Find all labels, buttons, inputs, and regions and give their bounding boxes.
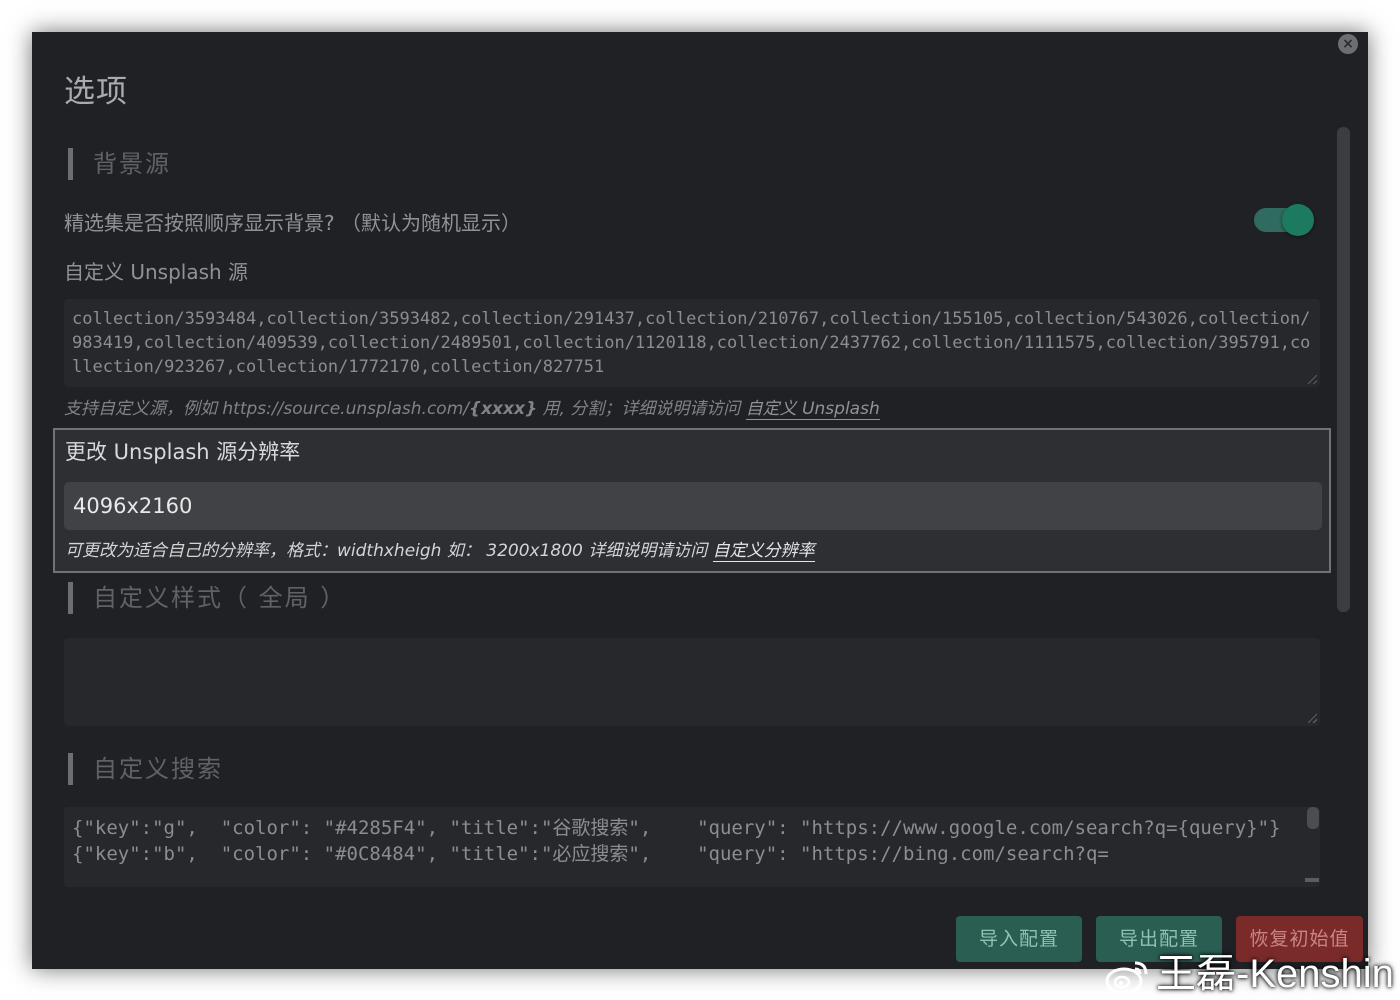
close-icon[interactable]: × [1338, 34, 1358, 54]
watermark: 王磊-Kenshin [1104, 941, 1394, 999]
import-config-button[interactable]: 导入配置 [956, 916, 1082, 962]
custom-resolution-link[interactable]: 自定义分辨率 [712, 541, 815, 562]
custom-unsplash-value: collection/3593484,collection/3593482,co… [72, 309, 1311, 377]
section-heading-custom-style: 自定义样式（ 全局 ） [68, 582, 346, 614]
resolution-hint: 可更改为适合自己的分辨率，格式：widthxheigh 如： 3200x1800… [65, 541, 815, 562]
custom-unsplash-label: 自定义 Unsplash 源 [64, 260, 249, 284]
custom-unsplash-textarea[interactable]: collection/3593484,collection/3593482,co… [64, 299, 1320, 387]
resize-grip-icon[interactable] [1308, 375, 1317, 384]
resolution-label: 更改 Unsplash 源分辨率 [65, 440, 301, 464]
search-scrollbar-end [1305, 878, 1319, 882]
section-heading-custom-search: 自定义搜索 [68, 753, 223, 785]
resize-grip-icon[interactable] [1308, 714, 1317, 723]
sequential-display-toggle[interactable] [1254, 204, 1314, 236]
resolution-setting: 更改 Unsplash 源分辨率 可更改为适合自己的分辨率，格式：widthxh… [53, 428, 1331, 573]
custom-style-textarea[interactable] [64, 638, 1320, 726]
toggle-knob [1282, 204, 1314, 236]
custom-unsplash-link[interactable]: 自定义 Unsplash [745, 399, 880, 420]
search-scrollbar-thumb[interactable] [1307, 807, 1319, 829]
dialog-scrollbar[interactable] [1337, 127, 1350, 612]
section-heading-background: 背景源 [68, 148, 171, 180]
sequential-display-label: 精选集是否按照顺序显示背景? （默认为随机显示） [64, 211, 521, 235]
options-dialog: 选项 背景源 精选集是否按照顺序显示背景? （默认为随机显示） 自定义 Unsp… [32, 32, 1368, 969]
dialog-title: 选项 [64, 74, 128, 110]
weibo-logo-icon [1105, 961, 1148, 995]
custom-search-textarea[interactable]: {"key":"g", "color": "#4285F4", "title":… [64, 807, 1320, 887]
custom-search-value: {"key":"g", "color": "#4285F4", "title":… [72, 817, 1281, 865]
custom-unsplash-hint: 支持自定义源，例如 https://source.unsplash.com/{x… [64, 399, 880, 420]
resolution-input[interactable] [64, 482, 1322, 530]
